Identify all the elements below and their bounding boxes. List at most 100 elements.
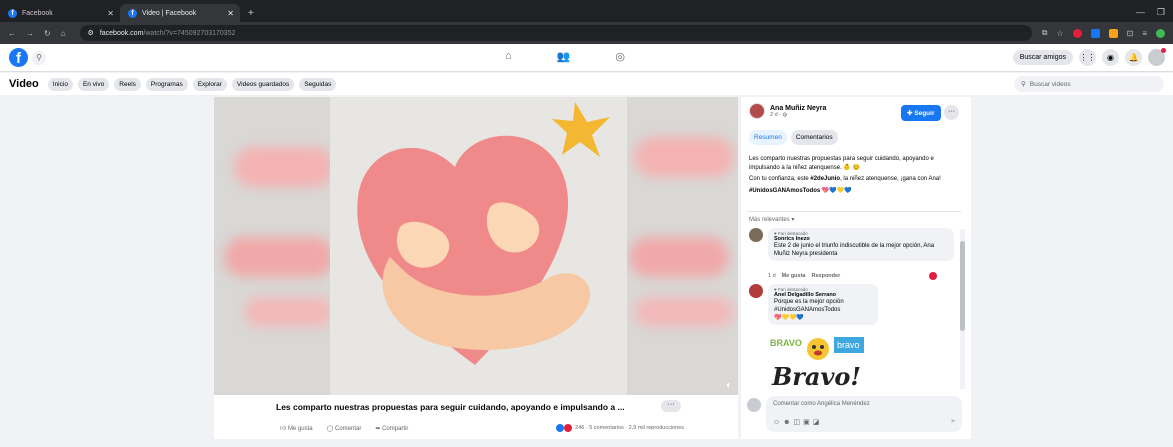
divider [747,211,961,212]
blurred-background-shape [234,147,334,187]
blurred-background-shape [244,297,334,327]
back-icon[interactable]: ← [8,29,16,38]
url-host: facebook.com [99,29,144,37]
bravo-sticker-image: BRAVO bravo Bravo! [768,337,864,391]
install-app-icon[interactable]: ⧉ [1042,28,1048,38]
comment-meta: 1 d Me gusta Responder [768,273,840,279]
video-search-input[interactable]: ⚲ Buscar videos [1014,76,1164,92]
restore-icon[interactable]: ❐ [1157,7,1165,18]
tab-inicio[interactable]: Inicio [47,77,73,91]
share-button[interactable]: ➦ Compartir [375,425,408,432]
groups-icon[interactable]: ◎ [615,50,625,63]
comment-reply-link[interactable]: Responder [812,273,841,279]
messenger-icon[interactable]: ◉ [1102,49,1119,66]
menu-grid-icon[interactable]: ⋮⋮ [1079,49,1096,66]
commenter-avatar[interactable] [749,284,763,298]
comment-item: ♥ Fan destacado Sonrics Inezo Este 2 de … [749,228,954,261]
extension-orange-icon[interactable] [1108,28,1118,38]
extension-red-icon[interactable] [1072,28,1082,38]
love-reaction-icon [929,272,937,280]
minimize-icon[interactable]: — [1136,7,1145,18]
hashtag-link[interactable]: #UnidosGANAmosTodos 💖💙💛💙 [749,187,964,196]
video-frame [330,97,627,395]
search-icon: ⚲ [1021,81,1026,88]
tab-videos-guardados[interactable]: Videos guardados [231,77,295,91]
stats-text[interactable]: 246 · 5 comentarios · 2,9 mil reproducci… [575,425,684,431]
browser-tab[interactable]: f Facebook ✕ [0,4,120,22]
facebook-favicon-icon: f [128,8,137,18]
profile-icon[interactable] [1156,28,1165,38]
camera-icon[interactable]: ◫ [794,419,804,426]
like-button[interactable]: 👍︎ Me gusta [280,424,313,432]
sticker-icon[interactable]: ◪ [813,419,823,426]
url-field[interactable]: ⚙ facebook.com/watch/?v=745092703170352 [79,25,1032,41]
more-options-button[interactable]: ··· [661,400,681,412]
notifications-bell-icon[interactable]: 🔔 [1125,49,1142,66]
avatar-sticker-icon[interactable]: ☺ [773,419,783,426]
search-icon[interactable]: ⚲ [32,50,46,65]
extension-blue-icon[interactable] [1090,28,1100,38]
close-tab-icon[interactable]: ✕ [107,9,114,18]
love-reaction-icon [564,424,573,432]
comments-scrollbar[interactable] [960,229,965,389]
post-more-button[interactable]: ··· [944,105,959,120]
extensions-puzzle-icon[interactable]: ⊡ [1127,29,1134,38]
comment-like-link[interactable]: Me gusta [782,273,806,279]
gif-icon[interactable]: ▣ [803,419,813,426]
comment-button[interactable]: ◯ Comentar [327,425,362,432]
blurred-background-shape [224,237,334,277]
composer-tools: ☺☻◫▣◪ [773,418,822,426]
browser-tab-active[interactable]: f Video | Facebook ✕ [120,4,240,22]
commenter-avatar[interactable] [749,228,763,242]
tab-en-vivo[interactable]: En vivo [77,77,110,91]
facebook-logo[interactable]: f [9,48,28,67]
post-text: Les comparto nuestras propuestas para se… [749,156,934,171]
video-caption: Les comparto nuestras propuestas para se… [276,402,625,412]
tab-comentarios[interactable]: Comentarios [790,130,838,145]
thumbs-up-icon: 👍︎ [280,426,288,432]
facebook-favicon-icon: f [8,8,17,18]
video-info-bar: Les comparto nuestras propuestas para se… [214,395,738,439]
tab-reels[interactable]: Reels [114,77,141,91]
scrollbar-thumb[interactable] [960,241,965,331]
comment-placeholder: Comentar como Angélica Menéndez [773,401,870,407]
current-user-avatar [747,398,761,412]
reading-list-icon[interactable]: ≡ [1142,29,1147,38]
star-shape [552,102,610,157]
extensions-bar: ⧉ ☆ ⊡ ≡ [1042,28,1165,38]
home-browser-icon[interactable]: ⌂ [61,29,66,38]
forward-icon[interactable]: → [26,29,34,38]
post-description: Les comparto nuestras propuestas para se… [749,155,964,198]
bravo-sticker: BRAVO bravo Bravo! [768,333,866,391]
find-friends-button[interactable]: Buscar amigos [1012,50,1073,65]
tab-resumen[interactable]: Resumen [749,130,787,145]
send-icon[interactable]: ➤ [950,417,956,425]
tab-explorar[interactable]: Explorar [192,77,227,91]
comment-bubble: ♥ Fan destacado Sonrics Inezo Este 2 de … [768,228,954,261]
author-avatar[interactable] [749,103,765,119]
window-controls: — ❐ [1128,7,1173,22]
comment-input[interactable]: Comentar como Angélica Menéndez ☺☻◫▣◪ ➤ [766,396,962,432]
tab-title: Facebook [22,9,53,17]
account-avatar[interactable] [1148,48,1166,66]
hashtag-link[interactable]: #2deJunio [810,176,840,182]
home-icon[interactable]: ⌂ [505,50,512,63]
video-section-title: Video [9,78,39,90]
reload-icon[interactable]: ↻ [44,29,51,38]
emoji-icon[interactable]: ☻ [783,419,793,426]
friends-icon[interactable]: 👥 [557,50,571,63]
post-tabs: Resumen Comentarios [749,130,838,145]
new-tab-button[interactable]: + [240,8,262,22]
blurred-background-shape [634,137,734,177]
comment-sort-dropdown[interactable]: Más relevantes ▾ [749,216,794,223]
follow-button[interactable]: ✚ Seguir [901,105,941,121]
author-name[interactable]: Ana Muñiz Neyra [770,105,826,112]
tab-programas[interactable]: Programas [145,77,188,91]
close-tab-icon[interactable]: ✕ [227,9,234,18]
tab-seguidas[interactable]: Seguidas [299,77,337,91]
volume-icon[interactable]: ◐ [726,380,732,391]
site-settings-icon[interactable]: ⚙ [88,29,94,37]
main-nav: ⌂ 👥 ◎ [505,50,625,63]
bookmark-star-icon[interactable]: ☆ [1056,29,1063,38]
video-player[interactable]: ◐ [214,97,738,395]
